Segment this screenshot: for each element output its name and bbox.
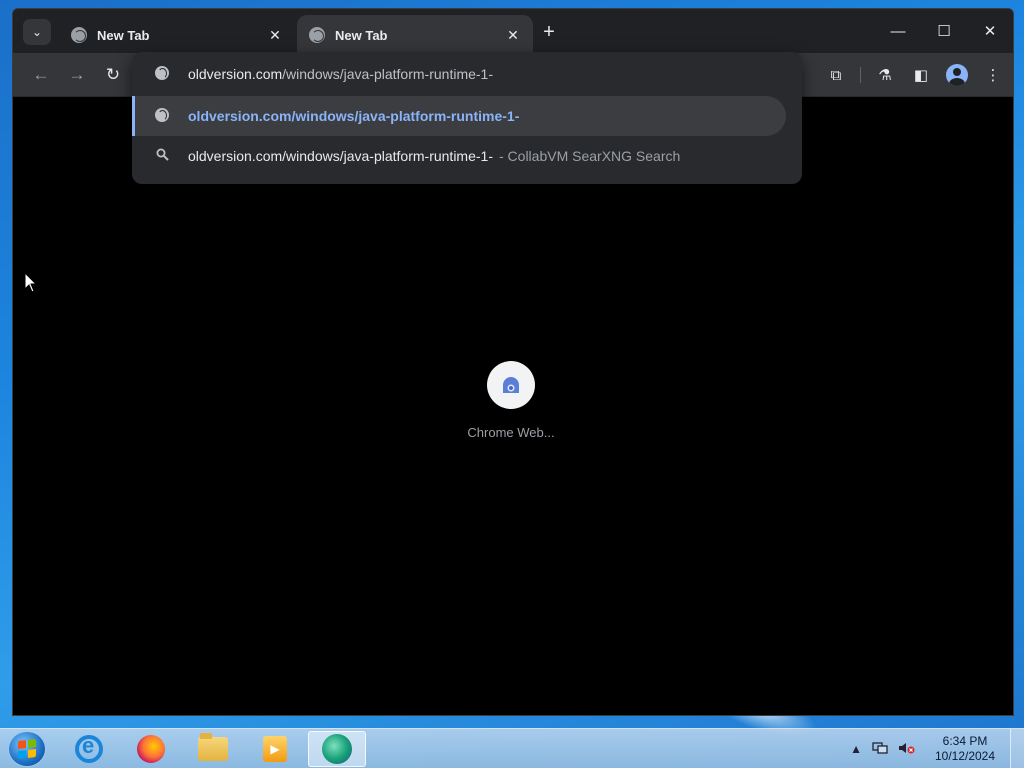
taskbar-browser[interactable] <box>308 731 366 767</box>
reload-icon: ↻ <box>105 65 121 84</box>
arrow-right-icon: → <box>68 65 86 84</box>
shortcut-label: Chrome Web... <box>467 425 555 440</box>
system-tray: ▲ 6:34 PM 10/12/2024 <box>850 729 1024 768</box>
shortcut-tile-chrome-web-store[interactable]: Chrome Web... <box>453 361 569 440</box>
close-tab-icon[interactable]: ✕ <box>267 27 283 44</box>
back-button[interactable]: ← <box>29 63 53 87</box>
globe-icon <box>154 65 170 83</box>
minimize-button[interactable]: — <box>875 9 921 53</box>
omnibox-suggestion-search[interactable]: oldversion.com/windows/java-platform-run… <box>132 136 786 176</box>
shortcut-icon-container <box>487 361 535 409</box>
taskbar-clock[interactable]: 6:34 PM 10/12/2024 <box>926 734 1004 764</box>
kebab-menu-icon: ⋮ <box>985 67 1001 84</box>
tab-title: New Tab <box>335 27 388 43</box>
clock-date: 10/12/2024 <box>934 749 996 763</box>
globe-icon <box>71 27 87 43</box>
taskbar-internet-explorer[interactable] <box>60 731 118 767</box>
side-panel-icon: ◧ <box>913 67 929 84</box>
omnibox-suggestion-url[interactable]: oldversion.com/windows/java-platform-run… <box>132 96 786 136</box>
taskbar-media-player[interactable]: ▶ <box>246 731 304 767</box>
ie-icon <box>75 733 103 763</box>
mouse-cursor-icon <box>24 272 38 293</box>
tab-new-tab-2[interactable]: New Tab ✕ <box>297 15 533 55</box>
close-icon: ✕ <box>983 23 997 40</box>
reload-button[interactable]: ↻ <box>101 63 125 87</box>
close-window-button[interactable]: ✕ <box>967 9 1013 53</box>
new-tab-page: Chrome Web... <box>13 97 1013 715</box>
media-player-icon: ▶ <box>263 736 287 762</box>
puzzle-icon: ⧉ <box>830 66 842 84</box>
minimize-icon: — <box>890 22 906 40</box>
network-icon[interactable] <box>872 741 888 758</box>
browser-icon <box>322 734 352 764</box>
start-button[interactable] <box>8 731 46 767</box>
address-path: /windows/java-platform-runtime-1- <box>282 66 493 82</box>
avatar-icon <box>946 64 968 86</box>
maximize-icon: ☐ <box>937 23 951 40</box>
tab-strip: ⌄ New Tab ✕ New Tab ✕ + — ☐ ✕ <box>13 9 1013 55</box>
plus-icon: + <box>543 21 555 43</box>
search-icon <box>154 148 170 164</box>
window-controls: — ☐ ✕ <box>875 9 1013 53</box>
taskbar-file-explorer[interactable] <box>184 731 242 767</box>
address-bar[interactable]: oldversion.com /windows/java-platform-ru… <box>132 52 802 96</box>
suggestion-text: oldversion.com/windows/java-platform-run… <box>188 148 493 164</box>
extensions-button[interactable]: ⧉ <box>824 63 848 87</box>
close-tab-icon[interactable]: ✕ <box>505 27 521 44</box>
tab-title: New Tab <box>97 27 150 43</box>
tab-new-tab-1[interactable]: New Tab ✕ <box>59 15 295 55</box>
tab-search-button[interactable]: ⌄ <box>23 19 51 45</box>
omnibox-dropdown: oldversion.com /windows/java-platform-ru… <box>132 52 802 184</box>
firefox-icon <box>137 735 165 763</box>
show-hidden-icons-button[interactable]: ▲ <box>850 742 862 756</box>
forward-button[interactable]: → <box>65 63 89 87</box>
address-host: oldversion.com <box>188 66 283 82</box>
flask-icon: ⚗ <box>878 67 892 84</box>
maximize-button[interactable]: ☐ <box>921 9 967 53</box>
chevron-down-icon: ⌄ <box>31 25 43 39</box>
clock-time: 6:34 PM <box>942 734 988 748</box>
profile-button[interactable] <box>945 63 969 87</box>
taskbar-firefox[interactable] <box>122 731 180 767</box>
windows-taskbar: ▶ ▲ 6:34 PM 10/12/2024 <box>0 728 1024 768</box>
volume-muted-icon[interactable] <box>898 741 916 758</box>
windows-logo-icon <box>18 739 36 759</box>
new-tab-button[interactable]: + <box>537 21 561 45</box>
globe-icon <box>154 107 170 125</box>
chrome-web-store-icon <box>503 377 519 393</box>
side-panel-button[interactable]: ◧ <box>909 63 933 87</box>
folder-icon <box>198 733 228 761</box>
arrow-left-icon: ← <box>32 65 50 84</box>
show-desktop-button[interactable] <box>1010 729 1024 768</box>
suggestion-source: - CollabVM SearXNG Search <box>499 148 681 164</box>
globe-icon <box>309 27 325 43</box>
menu-button[interactable]: ⋮ <box>981 63 1005 87</box>
toolbar-divider <box>860 67 861 83</box>
suggestion-text: oldversion.com/windows/java-platform-run… <box>188 108 520 124</box>
toolbar-actions: ⧉ ⚗ ◧ ⋮ <box>824 63 1005 87</box>
labs-button[interactable]: ⚗ <box>873 63 897 87</box>
